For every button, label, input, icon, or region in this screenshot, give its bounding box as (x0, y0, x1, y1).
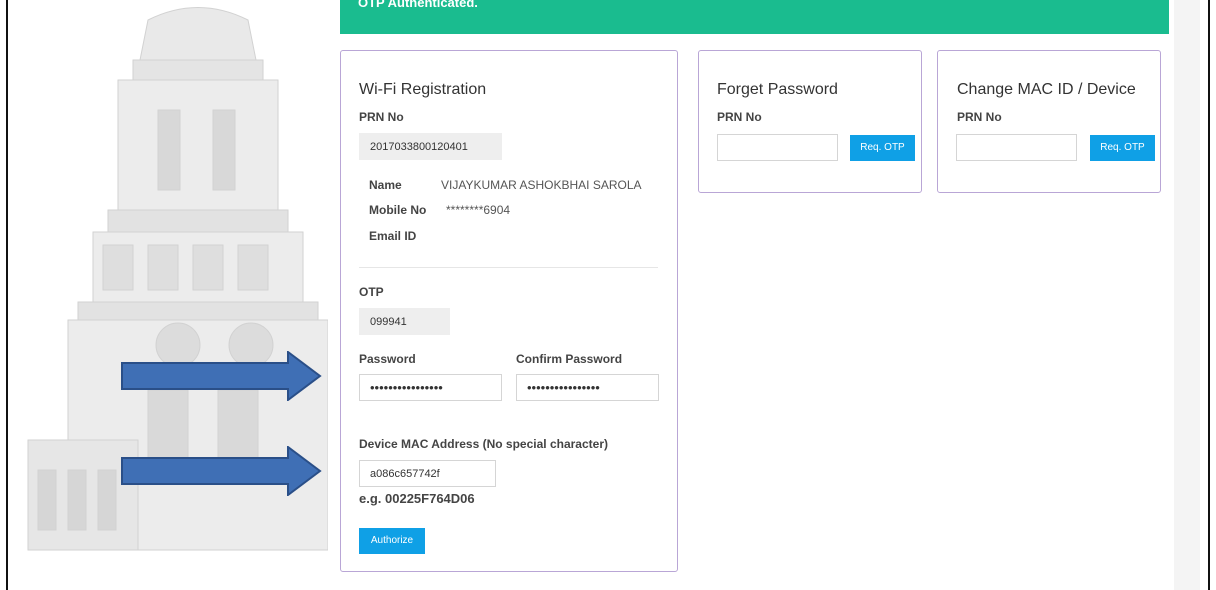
mac-example-hint: e.g. 00225F764D06 (359, 491, 475, 506)
wifi-registration-card: Wi-Fi Registration PRN No 20170338001204… (340, 50, 678, 572)
change-mac-title: Change MAC ID / Device (957, 81, 1136, 98)
otp-field[interactable]: 099941 (359, 308, 450, 335)
password-label: Password (359, 352, 416, 366)
banner-text: OTP Authenticated. (358, 0, 478, 10)
building-illustration (27, 7, 328, 551)
mobile-value: ********6904 (446, 203, 511, 217)
right-arrow-icon (121, 446, 322, 496)
section-divider (359, 267, 658, 268)
name-value: VIJAYKUMAR ASHOKBHAI SAROLA (441, 178, 642, 192)
name-label: Name (369, 178, 402, 192)
mobile-label: Mobile No (369, 203, 427, 217)
change-mac-req-otp-button[interactable]: Req. OTP (1090, 135, 1155, 161)
otp-label: OTP (359, 285, 384, 299)
confirm-password-label: Confirm Password (516, 352, 623, 366)
mac-address-label: Device MAC Address (No special character… (359, 437, 608, 451)
forget-req-otp-button[interactable]: Req. OTP (850, 135, 915, 161)
mac-address-input[interactable]: a086c657742f (359, 460, 496, 487)
forget-password-title: Forget Password (717, 81, 838, 98)
prn-field[interactable]: 2017033800120401 (359, 133, 502, 160)
authorize-button[interactable]: Authorize (359, 528, 425, 554)
otp-authenticated-banner: OTP Authenticated. (340, 0, 1169, 34)
forget-password-card: Forget Password PRN No Req. OTP (698, 50, 922, 193)
prn-label: PRN No (359, 110, 404, 124)
forget-prn-label: PRN No (717, 110, 762, 124)
change-mac-prn-label: PRN No (957, 110, 1002, 124)
wifi-registration-title: Wi-Fi Registration (359, 81, 487, 98)
confirm-password-input[interactable]: •••••••••••••••• (516, 374, 659, 401)
forget-prn-input[interactable] (717, 134, 838, 161)
email-label: Email ID (369, 229, 417, 243)
right-arrow-icon (121, 351, 322, 401)
change-mac-prn-input[interactable] (956, 134, 1077, 161)
change-mac-card: Change MAC ID / Device PRN No Req. OTP (937, 50, 1161, 193)
scroll-gutter (1174, 0, 1200, 590)
password-input[interactable]: •••••••••••••••• (359, 374, 502, 401)
